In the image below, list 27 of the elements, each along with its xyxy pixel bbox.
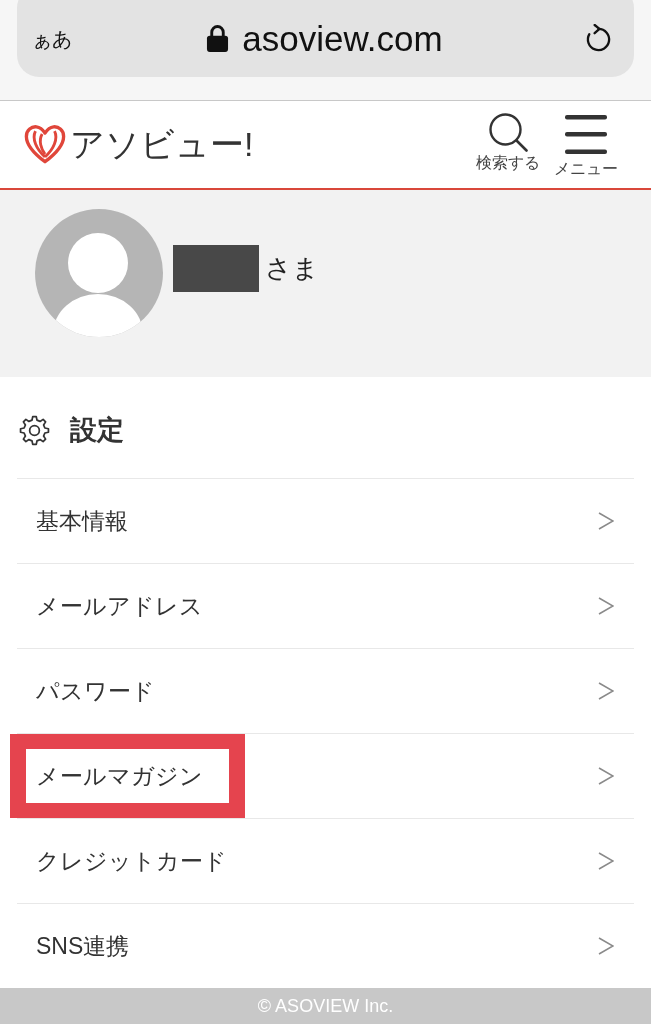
text-size-button[interactable]: ぁあ — [32, 28, 72, 49]
user-name-suffix: さま — [265, 252, 319, 285]
avatar-icon — [35, 209, 163, 337]
chevron-icon — [598, 597, 614, 615]
settings-item[interactable]: クレジットカード — [17, 818, 634, 903]
reload-button[interactable] — [585, 24, 612, 53]
menu-button[interactable]: メニュー — [554, 115, 618, 179]
url-text: asoview.com — [242, 21, 443, 56]
lock-icon — [206, 24, 230, 53]
logo-text[interactable]: アソビュー! — [70, 121, 254, 168]
address-bar[interactable]: ぁあ asoview.com — [17, 0, 634, 77]
chevron-icon — [598, 682, 614, 700]
settings-icon — [19, 414, 50, 446]
search-button[interactable]: 検索する — [476, 112, 540, 173]
settings-item[interactable]: メールマガジン — [17, 733, 634, 818]
settings-item[interactable]: 基本情報 — [17, 478, 634, 563]
heart-logo-icon — [24, 124, 66, 165]
search-icon — [488, 112, 528, 152]
menu-icon — [565, 115, 607, 154]
reload-icon — [585, 24, 612, 53]
chevron-icon — [598, 937, 614, 955]
chevron-icon — [598, 512, 614, 530]
settings-item[interactable]: パスワード — [17, 648, 634, 733]
chevron-icon — [598, 852, 614, 870]
settings-title: 設定 — [70, 414, 124, 447]
settings-item[interactable]: メールアドレス — [17, 563, 634, 648]
chevron-icon — [598, 767, 614, 785]
